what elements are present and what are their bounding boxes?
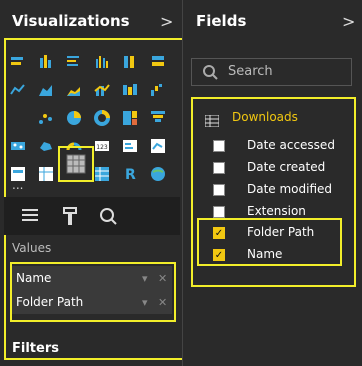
table-icon — [204, 112, 220, 128]
table-icon[interactable] — [38, 166, 54, 182]
field-label: Date modified — [247, 182, 333, 196]
table-grid-icon[interactable] — [94, 166, 110, 182]
field-row-folder-path[interactable]: ✓ Folder Path — [191, 222, 352, 244]
table-name-downloads[interactable]: Downloads — [232, 110, 298, 124]
treemap-icon[interactable] — [122, 110, 138, 126]
funnel-icon[interactable] — [150, 110, 166, 126]
svg-text:R: R — [125, 167, 136, 182]
pie-chart-icon[interactable] — [66, 110, 82, 126]
more-visuals-ellipsis[interactable]: ... — [12, 178, 23, 192]
field-label: Date created — [247, 160, 326, 174]
field-label: Folder Path — [247, 225, 315, 239]
field-checkbox-checked[interactable]: ✓ — [213, 249, 225, 261]
viz-gallery: 123 R ... — [10, 54, 170, 194]
field-checkbox-checked[interactable]: ✓ — [213, 227, 225, 239]
values-well-folder-path[interactable]: Folder Path — [12, 290, 172, 314]
card-icon[interactable]: 123 — [94, 138, 110, 154]
stacked-bar-icon[interactable] — [10, 54, 26, 70]
field-label: Name — [247, 247, 283, 261]
values-label: Values — [12, 241, 52, 255]
line-and-column-icon[interactable] — [94, 82, 110, 98]
100-stacked-column-icon[interactable] — [122, 54, 138, 70]
field-row-date-created[interactable]: Date created — [191, 157, 352, 179]
map-icon[interactable] — [10, 138, 26, 154]
r-script-icon[interactable]: R — [122, 166, 138, 183]
values-well-name[interactable]: Name — [12, 266, 172, 290]
line-chart-icon[interactable] — [10, 82, 26, 98]
field-row-name[interactable]: ✓ Name — [191, 244, 352, 266]
well-label: Folder Path — [16, 295, 84, 309]
field-row-date-modified[interactable]: Date modified — [191, 179, 352, 201]
clustered-column-icon[interactable] — [94, 54, 110, 70]
well-remove-icon[interactable]: ✕ — [158, 296, 167, 309]
matrix-icon[interactable] — [66, 154, 86, 174]
field-checkbox[interactable] — [213, 162, 225, 174]
svg-text:123: 123 — [96, 144, 108, 151]
100-stacked-bar-icon[interactable] — [150, 54, 166, 70]
waterfall-icon[interactable] — [150, 82, 166, 98]
stacked-area-icon[interactable] — [66, 82, 82, 98]
collapse-visualizations-icon[interactable]: > — [160, 12, 173, 31]
visualizations-title: Visualizations — [12, 12, 130, 30]
search-placeholder: Search — [228, 64, 273, 79]
field-row-date-accessed[interactable]: Date accessed — [191, 135, 352, 157]
fields-tab-icon[interactable] — [20, 206, 40, 226]
field-checkbox[interactable] — [213, 140, 225, 152]
ribbon-chart-icon[interactable] — [122, 82, 138, 98]
area-chart-icon[interactable] — [38, 82, 54, 98]
collapse-fields-icon[interactable]: > — [342, 12, 355, 31]
multi-row-card-icon[interactable] — [122, 138, 138, 154]
well-label: Name — [16, 271, 52, 285]
kpi-icon[interactable] — [150, 138, 166, 154]
well-dropdown-icon[interactable]: ▾ — [142, 296, 148, 309]
field-label: Extension — [247, 204, 306, 218]
well-dropdown-icon[interactable]: ▾ — [142, 272, 148, 285]
search-icon — [202, 64, 218, 80]
analytics-tab-icon[interactable] — [98, 206, 118, 226]
globe-icon[interactable] — [150, 166, 166, 182]
field-checkbox[interactable] — [213, 184, 225, 196]
clustered-bar-icon[interactable] — [66, 54, 82, 70]
filters-label: Filters — [12, 341, 59, 356]
filled-map-icon[interactable] — [38, 138, 54, 154]
field-label: Date accessed — [247, 138, 335, 152]
scatter-chart-icon[interactable] — [38, 110, 54, 126]
fields-title: Fields — [196, 12, 247, 30]
well-remove-icon[interactable]: ✕ — [158, 272, 167, 285]
field-checkbox[interactable] — [213, 206, 225, 218]
stacked-column-icon[interactable] — [38, 54, 54, 70]
format-tab-icon[interactable] — [60, 206, 80, 226]
donut-chart-icon[interactable] — [94, 110, 110, 126]
